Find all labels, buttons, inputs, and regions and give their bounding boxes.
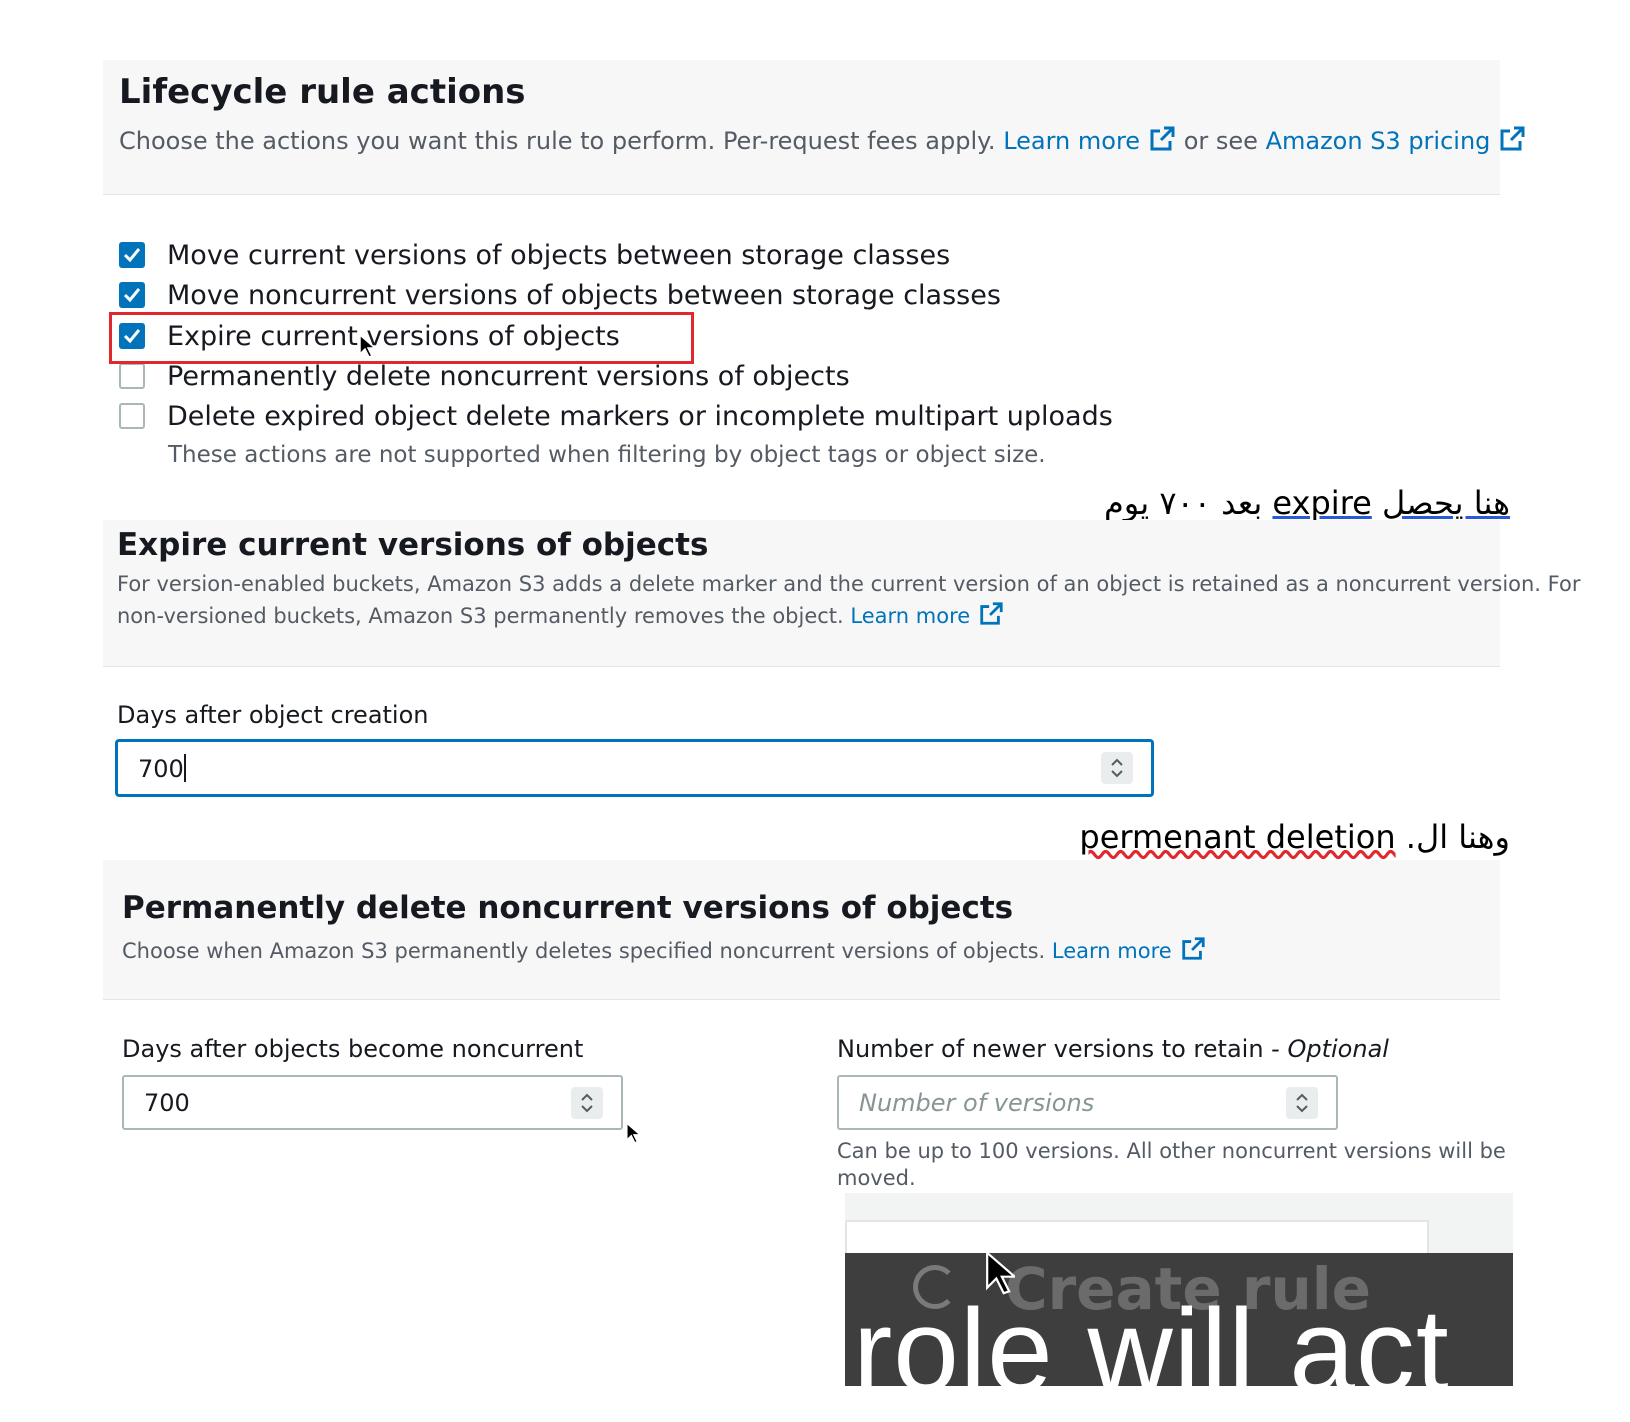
expire-title: Expire current versions of objects bbox=[117, 527, 709, 563]
number-stepper-icon[interactable] bbox=[571, 1086, 603, 1119]
text-cursor bbox=[183, 753, 186, 782]
mouse-pointer-icon bbox=[359, 334, 375, 358]
option-label: Permanently delete noncurrent versions o… bbox=[167, 360, 850, 392]
option-label: Delete expired object delete markers or … bbox=[167, 400, 1113, 432]
checkbox-checked[interactable] bbox=[119, 282, 145, 308]
external-link-icon bbox=[1150, 126, 1175, 151]
expire-desc-line1: For version-enabled buckets, Amazon S3 a… bbox=[117, 572, 1581, 596]
versions-hint-line2: moved. bbox=[837, 1166, 916, 1190]
external-link-icon bbox=[1500, 126, 1525, 151]
permanent-delete-title: Permanently delete noncurrent versions o… bbox=[122, 890, 1014, 926]
external-link-icon bbox=[980, 602, 1003, 625]
annotation-arabic-start: هنا يحصل bbox=[1382, 484, 1510, 522]
mouse-pointer-icon bbox=[986, 1251, 1015, 1295]
check-icon bbox=[123, 288, 141, 303]
lifecycle-or-see: or see bbox=[1183, 127, 1258, 155]
permanent-delete-description: Choose when Amazon S3 permanently delete… bbox=[122, 936, 1206, 963]
versions-hint-line1: Can be up to 100 versions. All other non… bbox=[837, 1139, 1506, 1163]
s3-pricing-link[interactable]: Amazon S3 pricing bbox=[1266, 127, 1491, 155]
optional-tag: Optional bbox=[1287, 1035, 1389, 1063]
highlight-box bbox=[109, 312, 694, 364]
days-after-creation-input[interactable]: 700 bbox=[116, 740, 1153, 796]
option-move-noncurrent[interactable]: Move noncurrent versions of objects betw… bbox=[119, 277, 1001, 313]
checkbox-checked[interactable] bbox=[119, 242, 145, 268]
lifecycle-desc-text: Choose the actions you want this rule to… bbox=[119, 127, 996, 155]
checkbox-unchecked[interactable] bbox=[119, 403, 145, 429]
checkbox-unchecked[interactable] bbox=[119, 363, 145, 389]
number-stepper-icon[interactable] bbox=[1101, 752, 1133, 784]
video-overlay: Create rule role will act bbox=[845, 1193, 1513, 1386]
days-noncurrent-input[interactable]: 700 bbox=[122, 1075, 623, 1130]
annotation2-arabic: وهنا ال. bbox=[1405, 818, 1510, 856]
option-label: Move noncurrent versions of objects betw… bbox=[167, 279, 1001, 311]
option-move-current[interactable]: Move current versions of objects between… bbox=[119, 237, 950, 273]
versions-retain-placeholder: Number of versions bbox=[859, 1088, 1095, 1117]
days-noncurrent-label: Days after objects become noncurrent bbox=[122, 1035, 584, 1063]
lifecycle-note: These actions are not supported when fil… bbox=[168, 442, 1046, 468]
expire-desc-line2: non-versioned buckets, Amazon S3 permane… bbox=[117, 601, 1004, 628]
days-after-creation-value: 700 bbox=[138, 754, 184, 783]
mouse-pointer-icon bbox=[626, 1122, 640, 1144]
annotation2-english: permenant deletion bbox=[1079, 818, 1396, 856]
annotation-expire: هنا يحصل expire بعد ٧٠٠ يوم bbox=[1104, 484, 1510, 522]
permanent-delete-learn-more-link[interactable]: Learn more bbox=[1052, 939, 1172, 963]
permanent-delete-header-panel bbox=[103, 860, 1500, 1000]
annotation-arabic-end: بعد ٧٠٠ يوم bbox=[1103, 484, 1263, 522]
permanent-delete-desc-text: Choose when Amazon S3 permanently delete… bbox=[122, 939, 1046, 963]
external-link-icon bbox=[1182, 937, 1205, 960]
lifecycle-description: Choose the actions you want this rule to… bbox=[119, 125, 1526, 155]
versions-retain-label: Number of newer versions to retain - Opt… bbox=[837, 1035, 1389, 1063]
expire-desc-text: non-versioned buckets, Amazon S3 permane… bbox=[117, 604, 844, 628]
days-noncurrent-value: 700 bbox=[144, 1088, 190, 1117]
number-stepper-icon[interactable] bbox=[1286, 1086, 1318, 1119]
annotation-permanent-deletion: وهنا ال. permenant deletion bbox=[1079, 818, 1510, 856]
expire-learn-more-link[interactable]: Learn more bbox=[850, 604, 970, 628]
versions-retain-input[interactable]: Number of versions bbox=[837, 1075, 1338, 1130]
days-after-creation-label: Days after object creation bbox=[117, 701, 429, 729]
check-icon bbox=[123, 248, 141, 263]
annotation-english-word: expire bbox=[1272, 484, 1372, 522]
lifecycle-title: Lifecycle rule actions bbox=[119, 72, 526, 112]
versions-retain-label-text: Number of newer versions to retain - bbox=[837, 1035, 1280, 1063]
option-delete-markers[interactable]: Delete expired object delete markers or … bbox=[119, 398, 1113, 434]
overlay-caption: role will act bbox=[853, 1285, 1450, 1386]
lifecycle-learn-more-link[interactable]: Learn more bbox=[1003, 127, 1140, 155]
option-label: Move current versions of objects between… bbox=[167, 239, 951, 271]
